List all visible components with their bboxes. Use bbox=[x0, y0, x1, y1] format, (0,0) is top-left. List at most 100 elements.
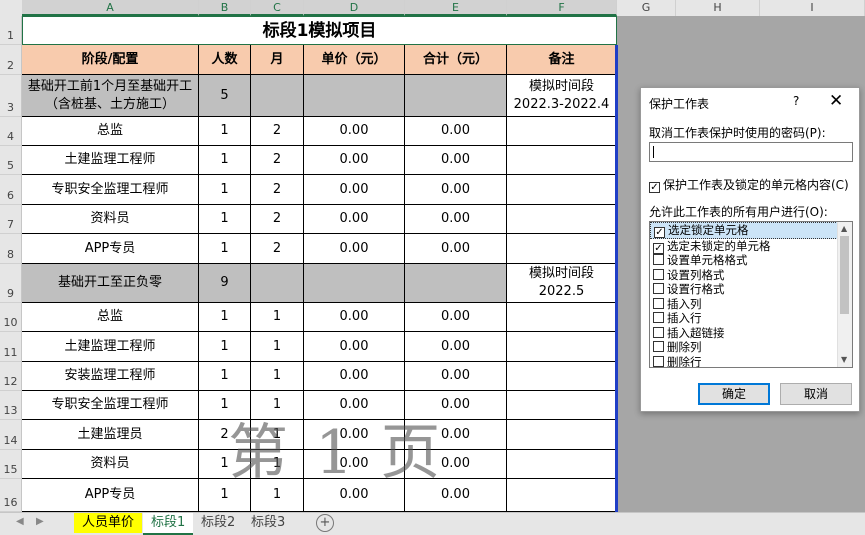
sheet-tab-section2[interactable]: 标段2 bbox=[193, 513, 243, 533]
total-cell[interactable]: 0.00 bbox=[405, 420, 507, 450]
row-header-6[interactable]: 6 bbox=[0, 175, 22, 205]
note-cell[interactable] bbox=[507, 205, 617, 234]
price-cell[interactable]: 0.00 bbox=[304, 362, 405, 391]
role-cell[interactable]: 总监 bbox=[22, 117, 199, 146]
header-cell-stage[interactable]: 阶段/配置 bbox=[22, 45, 199, 75]
sheet-tab-section3[interactable]: 标段3 bbox=[243, 513, 293, 533]
checkbox-empty-icon[interactable] bbox=[653, 283, 664, 294]
group-month-cell[interactable] bbox=[251, 75, 304, 117]
count-cell[interactable]: 1 bbox=[199, 450, 251, 479]
role-cell[interactable]: 资料员 bbox=[22, 205, 199, 234]
column-header-f[interactable]: F bbox=[507, 0, 617, 16]
column-header-d[interactable]: D bbox=[304, 0, 405, 16]
total-cell[interactable]: 0.00 bbox=[405, 205, 507, 234]
group-stage-cell[interactable]: 基础开工至正负零 bbox=[22, 264, 199, 303]
count-cell[interactable]: 1 bbox=[199, 234, 251, 264]
note-cell[interactable] bbox=[507, 234, 617, 264]
total-cell[interactable]: 0.00 bbox=[405, 479, 507, 512]
ok-button[interactable]: 确定 bbox=[698, 383, 770, 405]
role-cell[interactable]: APP专员 bbox=[22, 234, 199, 264]
permission-item[interactable]: 插入超链接 bbox=[650, 326, 852, 341]
column-header-i[interactable]: I bbox=[760, 0, 865, 16]
permission-item[interactable]: 插入列 bbox=[650, 297, 852, 312]
price-cell[interactable]: 0.00 bbox=[304, 420, 405, 450]
note-cell[interactable] bbox=[507, 479, 617, 512]
month-cell[interactable]: 1 bbox=[251, 420, 304, 450]
month-cell[interactable]: 1 bbox=[251, 362, 304, 391]
column-header-h[interactable]: H bbox=[676, 0, 760, 16]
price-cell[interactable]: 0.00 bbox=[304, 479, 405, 512]
scroll-down-icon[interactable]: ▼ bbox=[841, 355, 847, 364]
group-price-cell[interactable] bbox=[304, 75, 405, 117]
checkbox-empty-icon[interactable] bbox=[653, 254, 664, 265]
group-month-cell[interactable] bbox=[251, 264, 304, 303]
close-icon[interactable]: ✕ bbox=[829, 91, 843, 111]
permissions-list[interactable]: ✓ 选定锁定单元格 ✓ 选定未锁定的单元格 设置单元格格式 设置列格式 设置行格式 插入列 插入… bbox=[649, 221, 853, 368]
column-header-a[interactable]: A bbox=[22, 0, 199, 16]
price-cell[interactable]: 0.00 bbox=[304, 450, 405, 479]
column-header-c[interactable]: C bbox=[251, 0, 304, 16]
row-header-15[interactable]: 15 bbox=[0, 450, 22, 479]
sheet-title-cell[interactable]: 标段1模拟项目 bbox=[22, 16, 617, 45]
column-header-g[interactable]: G bbox=[617, 0, 676, 16]
tab-scroll-left-icon[interactable]: ◀ bbox=[16, 516, 24, 527]
price-cell[interactable]: 0.00 bbox=[304, 117, 405, 146]
group-count-cell[interactable]: 5 bbox=[199, 75, 251, 117]
count-cell[interactable]: 1 bbox=[199, 175, 251, 205]
permission-item[interactable]: 设置单元格格式 bbox=[650, 253, 852, 268]
row-header-1[interactable]: 1 bbox=[0, 16, 22, 45]
role-cell[interactable]: 土建监理员 bbox=[22, 420, 199, 450]
row-header-11[interactable]: 11 bbox=[0, 332, 22, 362]
total-cell[interactable]: 0.00 bbox=[405, 450, 507, 479]
group-note-cell[interactable]: 模拟时间段 2022.3-2022.4 bbox=[507, 75, 617, 117]
note-cell[interactable] bbox=[507, 117, 617, 146]
checkbox-checked-icon[interactable]: ✓ bbox=[654, 227, 665, 238]
permission-item[interactable]: ✓ 选定未锁定的单元格 bbox=[650, 239, 852, 254]
permission-item[interactable]: 设置行格式 bbox=[650, 282, 852, 297]
note-cell[interactable] bbox=[507, 303, 617, 332]
role-cell[interactable]: 专职安全监理工程师 bbox=[22, 391, 199, 420]
count-cell[interactable]: 1 bbox=[199, 362, 251, 391]
list-scrollbar[interactable]: ▲ ▼ bbox=[837, 222, 852, 367]
month-cell[interactable]: 1 bbox=[251, 303, 304, 332]
month-cell[interactable]: 1 bbox=[251, 332, 304, 362]
total-cell[interactable]: 0.00 bbox=[405, 332, 507, 362]
row-header-14[interactable]: 14 bbox=[0, 420, 22, 450]
checkbox-empty-icon[interactable] bbox=[653, 297, 664, 309]
count-cell[interactable]: 2 bbox=[199, 420, 251, 450]
total-cell[interactable]: 0.00 bbox=[405, 146, 507, 175]
group-price-cell[interactable] bbox=[304, 264, 405, 303]
header-cell-unit-price[interactable]: 单价（元） bbox=[304, 45, 405, 75]
header-cell-total[interactable]: 合计（元） bbox=[405, 45, 507, 75]
note-cell[interactable] bbox=[507, 391, 617, 420]
month-cell[interactable]: 1 bbox=[251, 479, 304, 512]
column-header-e[interactable]: E bbox=[405, 0, 507, 16]
price-cell[interactable]: 0.00 bbox=[304, 332, 405, 362]
note-cell[interactable] bbox=[507, 146, 617, 175]
total-cell[interactable]: 0.00 bbox=[405, 391, 507, 420]
group-note-cell[interactable]: 模拟时间段 2022.5 bbox=[507, 264, 617, 303]
price-cell[interactable]: 0.00 bbox=[304, 205, 405, 234]
role-cell[interactable]: 总监 bbox=[22, 303, 199, 332]
spreadsheet-grid[interactable]: 标段1模拟项目 阶段/配置 人数月单价（元） 合计（元） 备注 基础开工前1个月至基础开工… bbox=[22, 16, 617, 512]
permission-item[interactable]: 插入行 bbox=[650, 311, 852, 326]
price-cell[interactable]: 0.00 bbox=[304, 303, 405, 332]
column-header-b[interactable]: B bbox=[199, 0, 251, 16]
header-cell-count[interactable]: 人数 bbox=[199, 45, 251, 75]
row-header-9[interactable]: 9 bbox=[0, 264, 22, 303]
note-cell[interactable] bbox=[507, 420, 617, 450]
role-cell[interactable]: 资料员 bbox=[22, 450, 199, 479]
checkbox-empty-icon[interactable] bbox=[653, 326, 664, 338]
role-cell[interactable]: 土建监理工程师 bbox=[22, 146, 199, 175]
price-cell[interactable]: 0.00 bbox=[304, 234, 405, 264]
permission-item[interactable]: 设置列格式 bbox=[650, 268, 852, 283]
group-count-cell[interactable]: 9 bbox=[199, 264, 251, 303]
price-cell[interactable]: 0.00 bbox=[304, 175, 405, 205]
count-cell[interactable]: 1 bbox=[199, 479, 251, 512]
permission-item[interactable]: 删除列 bbox=[650, 340, 852, 355]
total-cell[interactable]: 0.00 bbox=[405, 362, 507, 391]
role-cell[interactable]: 安装监理工程师 bbox=[22, 362, 199, 391]
price-cell[interactable]: 0.00 bbox=[304, 391, 405, 420]
help-icon[interactable]: ? bbox=[793, 94, 799, 108]
row-header-13[interactable]: 13 bbox=[0, 391, 22, 420]
